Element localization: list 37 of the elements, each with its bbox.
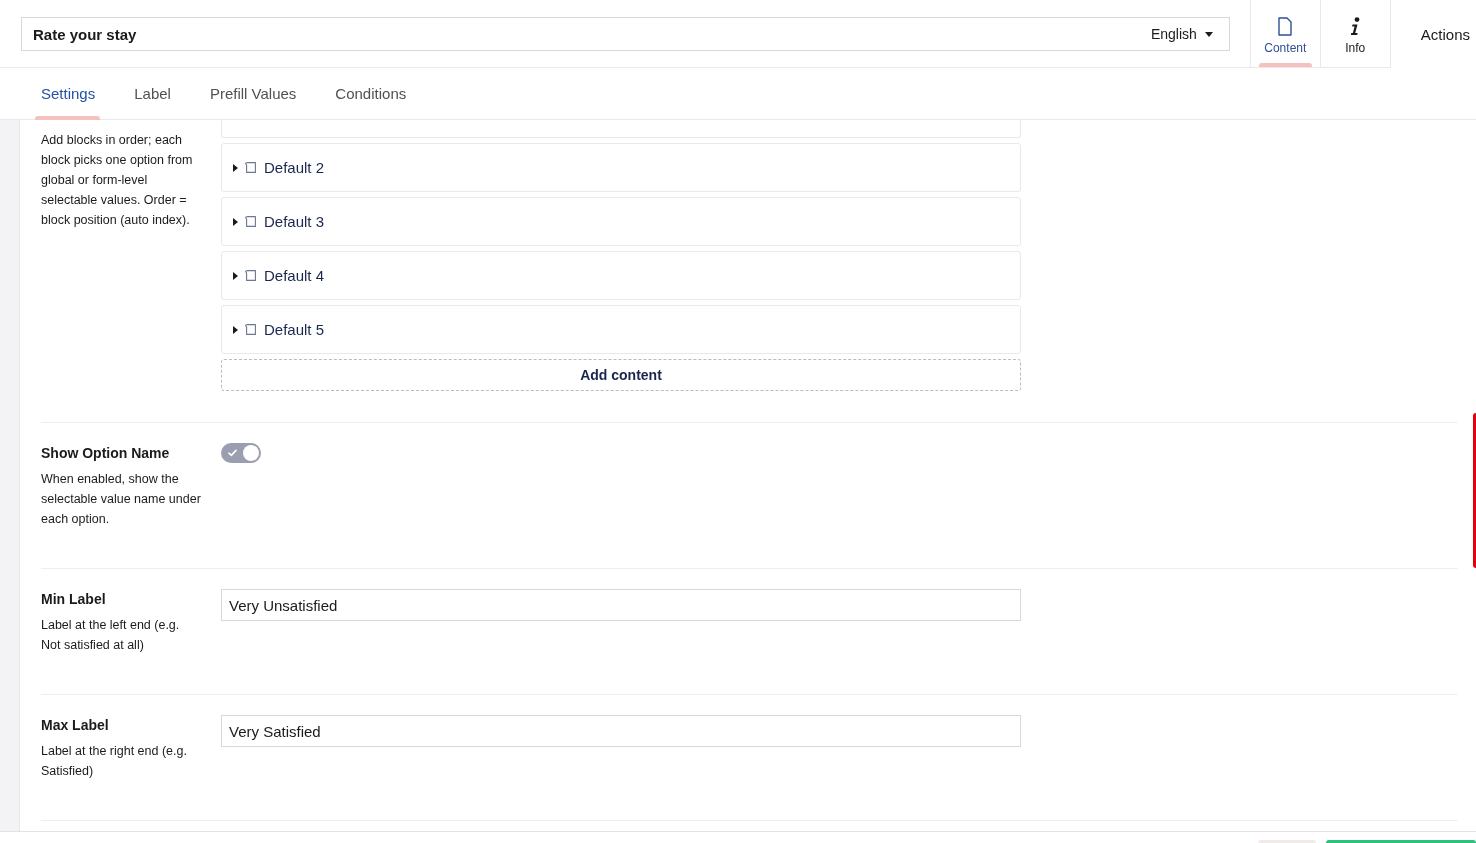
add-content-button[interactable]: Add content <box>221 359 1021 391</box>
tab[interactable]: Label <box>114 68 190 119</box>
property-label: Show Option Name <box>41 444 171 463</box>
document-icon <box>1278 16 1293 36</box>
note-icon <box>245 162 256 173</box>
block-item[interactable]: Default 3 <box>221 197 1021 246</box>
property-description: Label at the left end (e.g. Not satisfied at all) <box>41 617 181 654</box>
tab[interactable]: Conditions <box>315 68 426 119</box>
info-icon <box>1350 16 1361 36</box>
property-label: Min Label <box>41 590 107 609</box>
property-label: Max Label <box>41 716 110 735</box>
text-input[interactable]: Very Unsatisfied <box>221 589 1021 621</box>
note-icon <box>245 270 256 281</box>
tab[interactable]: Prefill Values <box>189 68 316 119</box>
note-icon <box>245 216 256 227</box>
note-icon <box>245 324 256 335</box>
block-item[interactable]: Default 4 <box>221 251 1021 300</box>
block-label: Default 3 <box>264 213 325 230</box>
property-description: Add blocks in order; each block picks one option from global or form-level selectable values. Order = block position (auto index). <box>41 132 194 229</box>
actions-menu[interactable]: Actions <box>1389 0 1476 68</box>
block-item[interactable]: Default 5 <box>221 305 1021 354</box>
caret-right-icon[interactable] <box>233 325 238 334</box>
text-input[interactable]: Very Satisfied <box>221 715 1021 747</box>
block-label: Default 2 <box>264 159 325 176</box>
caret-right-icon[interactable] <box>233 217 238 226</box>
property-description: Label at the right end (e.g. Satisfied) <box>41 743 188 780</box>
check-icon <box>228 449 237 457</box>
block-label: Default 4 <box>264 267 325 284</box>
caret-right-icon[interactable] <box>233 163 238 172</box>
toggle-switch[interactable] <box>221 443 261 463</box>
property-description: When enabled, show the selectable value name under each option. <box>41 471 201 528</box>
app-tab[interactable]: Content <box>1249 0 1320 67</box>
block-label: Default 5 <box>264 321 325 338</box>
block-item[interactable]: Default 2 <box>221 143 1021 192</box>
tab[interactable]: Settings <box>21 68 115 119</box>
caret-right-icon[interactable] <box>233 271 238 280</box>
app-tab[interactable]: Info <box>1319 0 1390 67</box>
